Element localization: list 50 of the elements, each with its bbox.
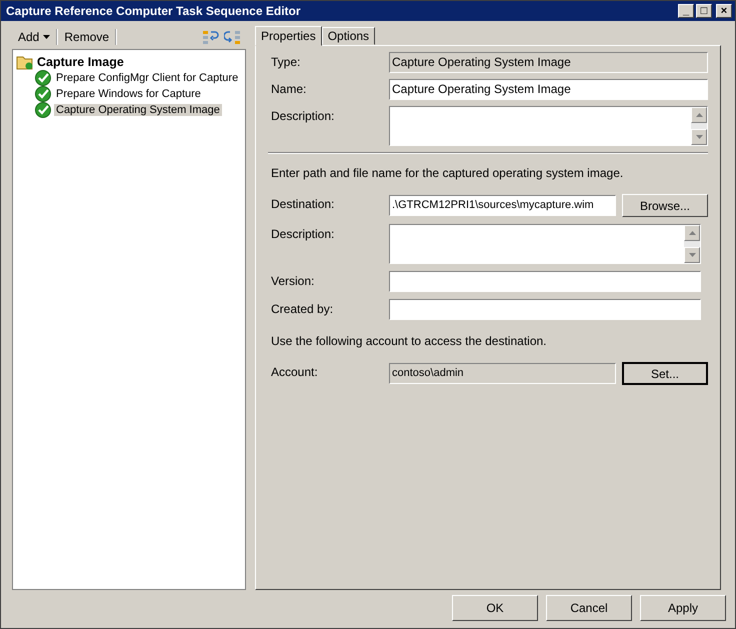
field-label: Description: [271,108,336,123]
tree-item[interactable]: Prepare ConfigMgr Client for Capture [54,72,240,84]
tab[interactable]: Options [322,27,376,45]
field-label: Destination: [271,196,336,211]
window-title: Capture Reference Computer Task Sequence Editor [6,4,302,18]
field-label: Account: [271,364,319,379]
field-label: Version: [271,273,316,288]
text-field[interactable] [389,271,701,292]
field-label: Description: [271,226,336,241]
up-arrow-icon [696,113,702,117]
maximize-button[interactable]: □ [696,4,712,18]
tree-item[interactable]: Capture Image [37,55,124,69]
readonly-field: Capture Operating System Image [389,52,708,73]
tree-item[interactable]: Capture Operating System Image [54,104,222,116]
scroll-down-button[interactable] [684,247,700,263]
check-icon [35,70,52,86]
text-field[interactable]: Capture Operating System Image [389,79,708,100]
scroll-up-button[interactable] [691,107,707,123]
field-label: Created by: [271,301,334,316]
browse-button[interactable]: Browse... [622,194,708,217]
move-down-icon[interactable] [224,29,242,45]
down-arrow-icon [688,253,696,257]
ok-button[interactable]: OK [452,595,538,621]
move-up-icon[interactable] [202,29,220,45]
down-arrow-icon [696,135,702,139]
description-field[interactable] [389,106,708,146]
scroll-up-button[interactable] [684,225,700,241]
set-button[interactable]: Set... [622,362,708,385]
account-note: Use the following account to access the destination. [271,334,548,348]
add-button[interactable]: Add [12,28,56,46]
minimize-button[interactable]: _ [678,4,694,18]
folder-icon [16,54,34,70]
cancel-button[interactable]: Cancel [546,595,632,621]
text-field[interactable] [389,299,701,320]
caret-icon [43,35,50,39]
field-label: Name: [271,81,308,96]
scroll-down-button[interactable] [691,129,707,145]
tree-item[interactable]: Prepare Windows for Capture [54,88,203,100]
apply-button[interactable]: Apply [640,595,726,621]
up-arrow-icon [688,231,696,235]
check-icon [35,86,52,102]
tab[interactable]: Properties [255,26,322,46]
readonly-field: contoso\admin [389,363,616,384]
close-button[interactable]: × [716,4,732,18]
instruction-text: Enter path and file name for the captured operating system image. [271,166,624,180]
description-field[interactable] [389,224,701,264]
text-field[interactable]: .\GTRCM12PRI1\sources\mycapture.wim [389,195,616,216]
field-label: Type: [271,54,302,69]
check-icon [35,102,52,118]
remove-button[interactable]: Remove [58,28,116,46]
